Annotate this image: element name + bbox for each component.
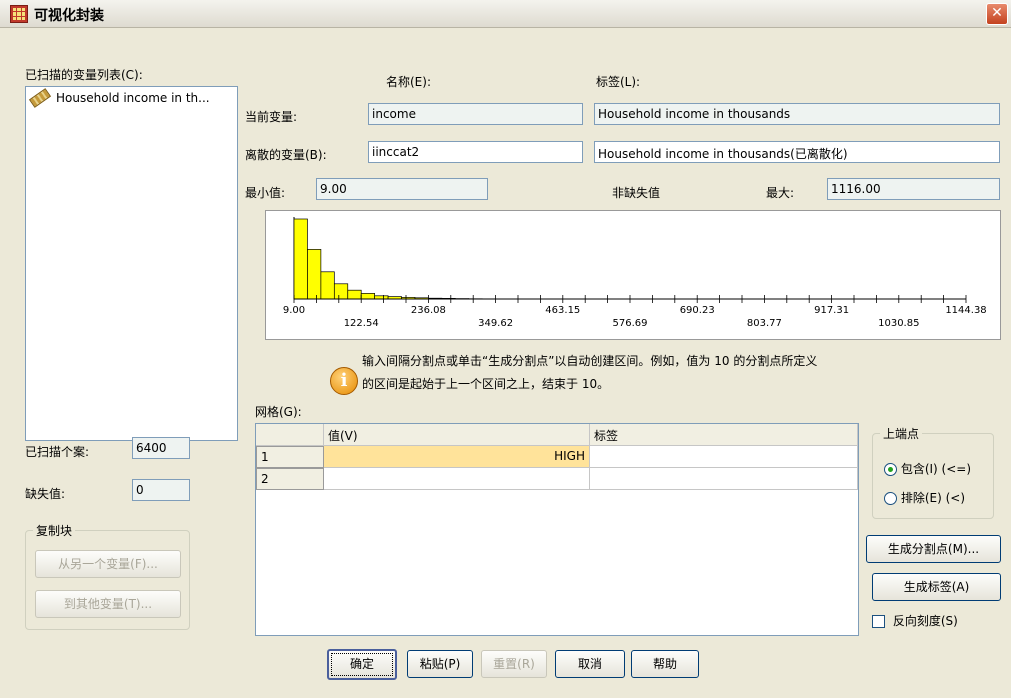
cases-scanned-label: 已扫描个案: <box>25 445 90 459</box>
ok-button[interactable]: 确定 <box>327 649 397 680</box>
grid-label: 网格(G): <box>255 405 302 419</box>
x-tick-label: 803.77 <box>747 318 782 329</box>
ruler-icon <box>28 88 52 108</box>
grid-corner-header <box>256 424 324 446</box>
x-tick-label: 690.23 <box>680 305 715 316</box>
histogram-bar <box>293 218 308 300</box>
cutpoint-grid[interactable]: 值(V) 标签 1 HIGH 2 <box>255 423 859 636</box>
app-icon <box>10 5 28 23</box>
list-item[interactable]: Household income in th... <box>26 87 237 109</box>
histogram-bar <box>307 249 322 300</box>
list-item-label: Household income in th... <box>56 91 210 105</box>
min-value-field: 9.00 <box>316 178 488 200</box>
reset-button[interactable]: 重置(R) <box>481 650 547 678</box>
copy-to-variables-button[interactable]: 到其他变量(T)... <box>35 590 181 618</box>
info-text-line2: 的区间是起始于上一个区间之上，结束于 10。 <box>362 377 610 391</box>
window-title: 可视化封装 <box>34 8 104 24</box>
info-text-line1: 输入间隔分割点或单击“生成分割点”以自动创建区间。例如，值为 10 的分割点所定… <box>362 354 818 368</box>
histogram-chart: 9.00 236.08 463.15 690.23 917.31 1144.38 122.5… <box>265 210 1001 340</box>
grid-label-header[interactable]: 标签 <box>590 424 858 446</box>
max-value-field: 1116.00 <box>827 178 1000 200</box>
x-tick-label: 463.15 <box>545 305 580 316</box>
current-variable-name-field: income <box>368 103 583 125</box>
grid-row-number[interactable]: 2 <box>256 468 324 490</box>
cancel-button[interactable]: 取消 <box>555 650 625 678</box>
x-tick-label: 576.69 <box>613 318 648 329</box>
checkbox-icon[interactable] <box>872 615 885 628</box>
x-tick-label: 1030.85 <box>878 318 919 329</box>
histogram-bar <box>347 289 362 300</box>
radio-unselected-icon[interactable] <box>884 492 897 505</box>
missing-field: 0 <box>132 479 190 501</box>
histogram-svg: 9.00 236.08 463.15 690.23 917.31 1144.38 122.5… <box>283 217 987 329</box>
histogram-bar <box>320 271 335 300</box>
copy-block-title: 复制块 <box>33 522 76 539</box>
histogram-bar <box>360 293 375 300</box>
grid-value-cell[interactable] <box>324 468 590 490</box>
exclude-radio[interactable]: 排除(E) (<) <box>884 489 965 506</box>
binned-variable-label-input[interactable]: Household income in thousands(已离散化) <box>594 141 1000 163</box>
x-tick-label: 917.31 <box>814 305 849 316</box>
x-tick-label: 122.54 <box>344 318 379 329</box>
scanned-variable-list[interactable]: Household income in th... <box>25 86 238 441</box>
binned-variable-name-input[interactable]: iinccat2 <box>368 141 583 163</box>
reverse-scale-label: 反向刻度(S) <box>892 614 958 628</box>
paste-button[interactable]: 粘贴(P) <box>407 650 473 678</box>
cases-scanned-field: 6400 <box>132 437 190 459</box>
x-tick-label: 9.00 <box>283 305 305 316</box>
help-button[interactable]: 帮助 <box>631 650 699 678</box>
max-label: 最大: <box>766 186 795 200</box>
current-variable-label-field: Household income in thousands <box>594 103 1000 125</box>
x-tick-label: 1144.38 <box>945 305 986 316</box>
grid-value-cell[interactable]: HIGH <box>324 446 590 468</box>
make-labels-button[interactable]: 生成标签(A) <box>872 573 1001 601</box>
missing-label: 缺失值: <box>25 487 66 501</box>
grid-row-number[interactable]: 1 <box>256 446 324 468</box>
make-cutpoints-button[interactable]: 生成分割点(M)... <box>866 535 1001 563</box>
nonmissing-label: 非缺失值 <box>612 186 661 200</box>
include-radio-label: 包含(I) (<=) <box>900 462 972 476</box>
grid-label-cell[interactable] <box>590 468 858 490</box>
name-column-header: 名称(E): <box>386 75 431 89</box>
exclude-radio-label: 排除(E) (<) <box>900 491 966 505</box>
current-variable-label: 当前变量: <box>245 110 298 124</box>
radio-selected-icon[interactable] <box>884 463 897 476</box>
reverse-scale-checkbox[interactable]: 反向刻度(S) <box>872 612 958 629</box>
grid-value-header[interactable]: 值(V) <box>324 424 590 446</box>
label-column-header: 标签(L): <box>596 75 641 89</box>
close-icon[interactable]: ✕ <box>986 3 1008 25</box>
scanned-list-label: 已扫描的变量列表(C): <box>25 68 143 82</box>
histogram-bar <box>333 283 349 300</box>
upper-endpoint-title: 上端点 <box>880 425 923 442</box>
info-icon: i <box>330 367 358 395</box>
include-radio[interactable]: 包含(I) (<=) <box>884 460 971 477</box>
copy-from-variable-button[interactable]: 从另一个变量(F)... <box>35 550 181 578</box>
grid-label-cell[interactable] <box>590 446 858 468</box>
x-tick-label: 349.62 <box>478 318 513 329</box>
min-label: 最小值: <box>245 186 286 200</box>
title-bar <box>0 0 1011 28</box>
binned-variable-label: 离散的变量(B): <box>245 148 327 162</box>
x-tick-label: 236.08 <box>411 305 446 316</box>
